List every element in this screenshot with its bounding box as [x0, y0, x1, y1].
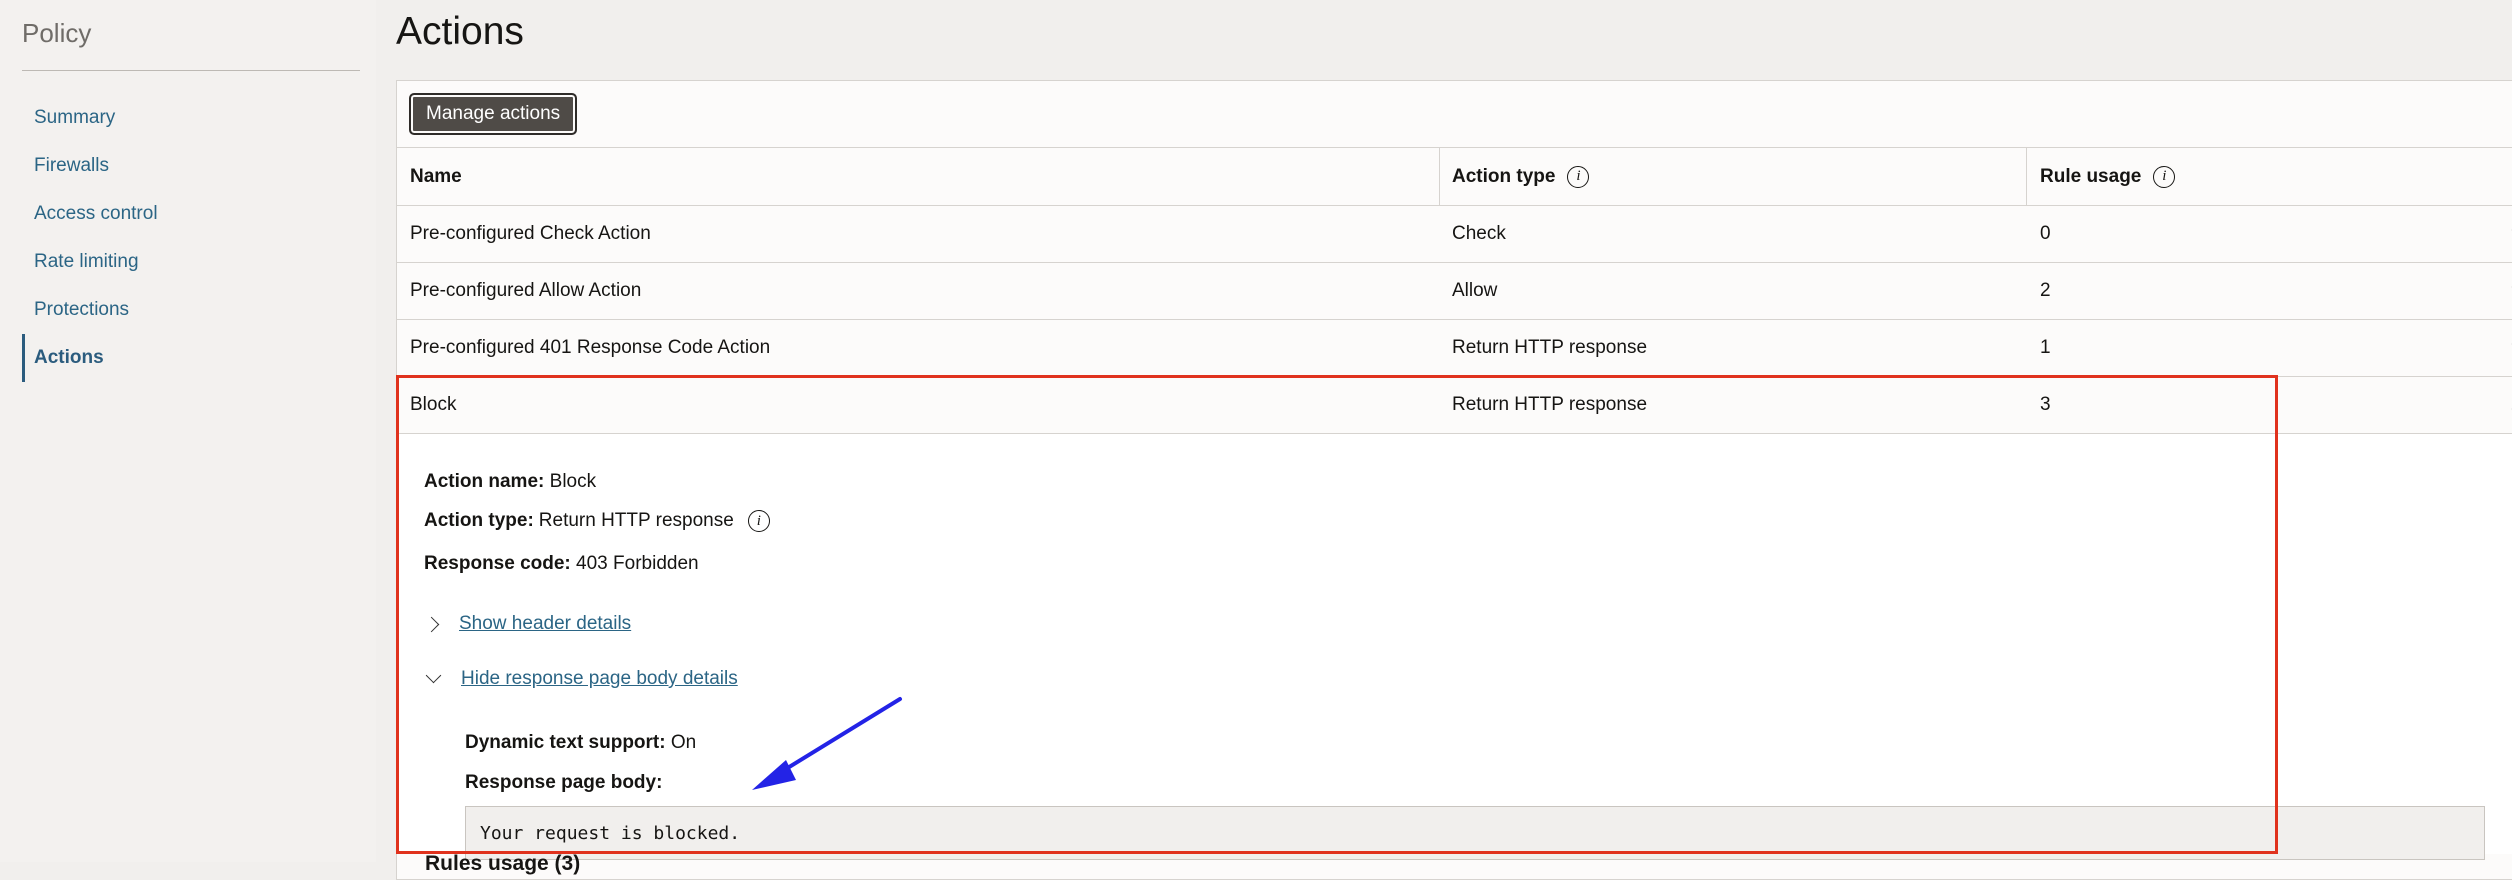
row-name: Block	[410, 377, 456, 433]
row-name: Pre-configured Allow Action	[410, 263, 641, 319]
sidebar-nav: Summary Firewalls Access control Rate li…	[22, 94, 362, 382]
row-rule-usage: 3	[2040, 377, 2051, 433]
detail-label: Action name:	[424, 471, 544, 492]
row-action-type: Return HTTP response	[1452, 377, 1647, 433]
detail-action-type: Action type: Return HTTP response i	[424, 510, 770, 532]
chevron-down-icon	[426, 667, 442, 683]
response-body-code-box: Your request is blocked.	[465, 806, 2485, 860]
info-icon[interactable]: i	[1567, 166, 1589, 188]
detail-value: Block	[550, 471, 596, 492]
row-action-type: Allow	[1452, 263, 1497, 319]
rules-usage-heading: Rules usage (3)	[425, 852, 580, 876]
row-rule-usage: 2	[2040, 263, 2051, 319]
detail-response-code: Response code: 403 Forbidden	[424, 553, 699, 575]
table-toolbar: Manage actions	[397, 81, 2512, 148]
table-header-row: Name Action type i Rule usage i	[397, 148, 2512, 206]
table-row[interactable]: Pre-configured 401 Response Code Action …	[397, 320, 2512, 377]
row-detail-panel: Action name: Block Action type: Return H…	[397, 434, 2512, 854]
detail-label: Action type:	[424, 510, 534, 532]
row-name: Pre-configured 401 Response Code Action	[410, 320, 770, 376]
detail-label: Response code:	[424, 553, 571, 574]
actions-panel: Manage actions Name Action type i Rule u…	[396, 80, 2512, 880]
table-row[interactable]: Pre-configured Allow Action Allow 2	[397, 263, 2512, 320]
chevron-right-icon	[424, 616, 440, 632]
column-header-action-type[interactable]: Action type i	[1452, 148, 1589, 205]
row-action-type: Return HTTP response	[1452, 320, 1647, 376]
sidebar-item-actions[interactable]: Actions	[22, 334, 362, 382]
column-header-rule-usage-label: Rule usage	[2040, 166, 2141, 188]
sidebar-item-protections[interactable]: Protections	[22, 286, 362, 334]
table-row[interactable]: Pre-configured Check Action Check 0	[397, 206, 2512, 263]
hide-body-toggle[interactable]: Hide response page body details	[424, 668, 738, 690]
sidebar-item-firewalls[interactable]: Firewalls	[22, 142, 362, 190]
row-name: Pre-configured Check Action	[410, 206, 651, 262]
column-header-action-type-label: Action type	[1452, 166, 1555, 188]
sidebar-divider	[22, 70, 360, 71]
detail-value: On	[671, 732, 696, 753]
sidebar: Policy Summary Firewalls Access control …	[0, 0, 376, 862]
hide-response-body-link[interactable]: Hide response page body details	[461, 668, 738, 690]
detail-label: Response page body:	[465, 772, 662, 793]
detail-value: 403 Forbidden	[576, 553, 699, 574]
sidebar-item-summary[interactable]: Summary	[22, 94, 362, 142]
column-header-name[interactable]: Name	[410, 148, 462, 205]
detail-action-name: Action name: Block	[424, 471, 596, 493]
detail-dynamic-text: Dynamic text support: On	[465, 732, 696, 754]
show-header-details-link[interactable]: Show header details	[459, 613, 631, 635]
row-rule-usage: 1	[2040, 320, 2051, 376]
detail-label: Dynamic text support:	[465, 732, 666, 753]
sidebar-item-access-control[interactable]: Access control	[22, 190, 362, 238]
table-row-expanded[interactable]: Block Return HTTP response 3	[397, 377, 2512, 434]
manage-actions-button[interactable]: Manage actions	[409, 93, 577, 135]
blue-arrow-annotation	[740, 690, 910, 800]
column-divider	[1439, 148, 1440, 205]
sidebar-item-rate-limiting[interactable]: Rate limiting	[22, 238, 362, 286]
column-divider	[2026, 148, 2027, 205]
page-title: Actions	[396, 10, 524, 54]
detail-value: Return HTTP response	[539, 510, 734, 532]
row-rule-usage: 0	[2040, 206, 2051, 262]
show-header-toggle[interactable]: Show header details	[424, 613, 631, 635]
info-icon[interactable]: i	[2153, 166, 2175, 188]
detail-response-body-label: Response page body:	[465, 772, 662, 794]
row-action-type: Check	[1452, 206, 1506, 262]
info-icon[interactable]: i	[748, 510, 770, 532]
sidebar-title: Policy	[22, 18, 91, 49]
column-header-rule-usage[interactable]: Rule usage i	[2040, 148, 2175, 205]
